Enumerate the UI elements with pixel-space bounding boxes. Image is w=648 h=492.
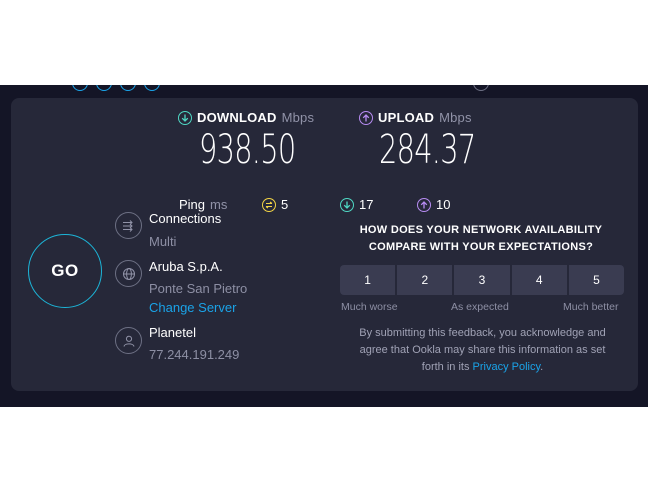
arrow-down-circle-icon (178, 110, 192, 125)
download-unit: Mbps (281, 110, 315, 125)
rating-option-2[interactable]: 2 (397, 265, 453, 295)
isp-name: Planetel (149, 325, 196, 340)
connections-value: Multi (149, 234, 177, 249)
arrow-up-circle-icon (417, 197, 431, 212)
ping-idle-value: 5 (281, 197, 289, 212)
top-nav-partial (0, 85, 648, 97)
rating-scale: 1 2 3 4 5 (340, 265, 625, 295)
ping-download-value: 17 (359, 197, 374, 212)
go-button[interactable]: GO (28, 234, 102, 308)
server-name: Aruba S.p.A. (149, 259, 223, 274)
disclaimer-line-2: agree that Ookla may share this informat… (359, 344, 606, 356)
connections-title: Connections (149, 211, 222, 226)
isp-ip: 77.244.191.249 (149, 347, 240, 362)
nav-icon-4[interactable] (144, 85, 160, 91)
nav-icon-5[interactable] (473, 85, 489, 91)
survey-question-line-1: HOW DOES YOUR NETWORK AVAILABILITY (359, 224, 603, 236)
globe-icon (115, 260, 142, 287)
ping-label-group: Ping ms (179, 197, 227, 212)
survey-question-line-2: COMPARE WITH YOUR EXPECTATIONS? (368, 241, 594, 253)
disclaimer-line-3-suffix: . (540, 361, 544, 373)
go-label: GO (51, 261, 79, 280)
ping-unit: ms (210, 197, 228, 212)
scale-low-label: Much worse (341, 301, 398, 313)
arrow-up-circle-icon (359, 110, 373, 125)
ping-upload: 10 (417, 197, 450, 212)
jitter-circle-icon (262, 197, 276, 212)
disclaimer-line-3: forth in its Privacy Policy. (341, 359, 624, 376)
server-location: Ponte San Pietro (149, 281, 248, 296)
download-header: DOWNLOAD Mbps (178, 110, 314, 125)
upload-unit: Mbps (439, 110, 472, 125)
connections-icon (115, 212, 142, 239)
ping-idle: 5 (262, 197, 288, 212)
ping-label: Ping (179, 197, 206, 212)
rating-option-4[interactable]: 4 (511, 265, 567, 295)
ping-download: 17 (340, 197, 373, 212)
rating-option-3[interactable]: 3 (454, 265, 510, 295)
speedtest-panel: DOWNLOAD Mbps 938.50 UPLOAD Mbps 284.37 … (0, 85, 648, 407)
disclaimer-line-3-prefix: forth in its (421, 361, 470, 373)
survey-question: HOW DOES YOUR NETWORK AVAILABILITY COMPA… (341, 222, 621, 256)
download-label: DOWNLOAD (197, 110, 277, 125)
user-icon (115, 327, 142, 354)
ping-upload-value: 10 (436, 197, 451, 212)
rating-option-5[interactable]: 5 (568, 265, 625, 295)
download-value: 938.50 (199, 127, 296, 173)
nav-icon-2[interactable] (96, 85, 112, 91)
disclaimer-line-1: By submitting this feedback, you acknowl… (359, 327, 606, 339)
scale-mid-label: As expected (451, 301, 509, 313)
arrow-down-circle-icon (340, 197, 354, 212)
results-card: DOWNLOAD Mbps 938.50 UPLOAD Mbps 284.37 … (11, 98, 638, 391)
nav-icon-1[interactable] (72, 85, 88, 91)
feedback-disclaimer: By submitting this feedback, you acknowl… (341, 325, 624, 376)
change-server-link[interactable]: Change Server (149, 300, 236, 315)
upload-label: UPLOAD (378, 110, 435, 125)
rating-option-1[interactable]: 1 (340, 265, 396, 295)
scale-high-label: Much better (563, 301, 619, 313)
upload-value: 284.37 (379, 127, 476, 173)
privacy-policy-link[interactable]: Privacy Policy (473, 361, 541, 373)
upload-header: UPLOAD Mbps (359, 110, 472, 125)
nav-icon-3[interactable] (120, 85, 136, 91)
